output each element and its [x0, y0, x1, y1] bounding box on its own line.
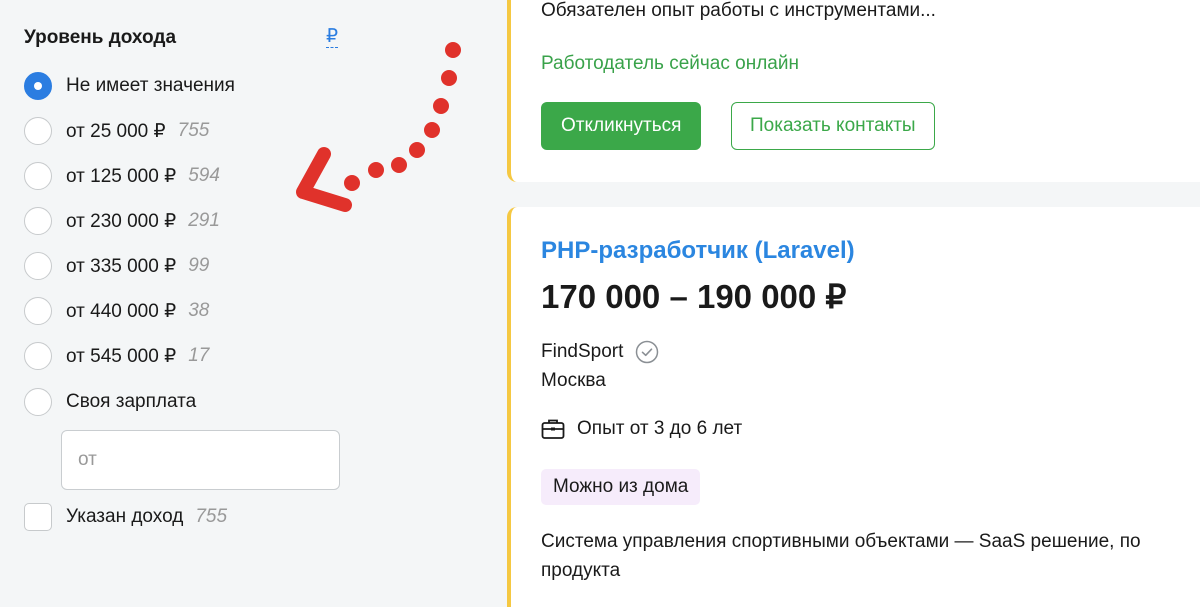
vacancy-salary: 170 000 – 190 000 ₽: [541, 278, 847, 315]
radio-button-checked[interactable]: [24, 72, 52, 100]
radio-button[interactable]: [24, 342, 52, 370]
option-label: Не имеет значения: [66, 75, 235, 96]
vacancy-snippet: Обязателен опыт работы с инструментами..…: [541, 0, 936, 21]
briefcase-icon: [541, 419, 565, 439]
experience-row: Опыт от 3 до 6 лет: [541, 418, 742, 440]
income-option-545000[interactable]: от 545 000 ₽ 17: [24, 340, 209, 372]
description-line: продукта: [541, 560, 621, 581]
income-option-custom[interactable]: Своя зарплата: [24, 386, 196, 418]
description-line: Система управления спортивными объектами…: [541, 531, 1141, 552]
option-count: 291: [188, 210, 220, 231]
option-count: 99: [188, 255, 210, 276]
option-count: 594: [188, 165, 220, 186]
option-label: Своя зарплата: [66, 391, 197, 412]
salary-specified-checkbox[interactable]: [24, 503, 52, 531]
income-option-125000[interactable]: от 125 000 ₽ 594: [24, 160, 220, 192]
income-option-440000[interactable]: от 440 000 ₽ 38: [24, 295, 209, 327]
show-contacts-button[interactable]: Показать контакты: [731, 102, 935, 150]
radio-button[interactable]: [24, 117, 52, 145]
vacancy-city: Москва: [541, 370, 606, 391]
vacancy-description: Система управления спортивными объектами…: [541, 527, 1200, 587]
radio-button[interactable]: [24, 162, 52, 190]
salary-specified-checkbox-row[interactable]: Указан доход 755: [24, 501, 227, 533]
salary-filter-panel: Уровень дохода ₽ Не имеет значения от 25…: [0, 0, 480, 573]
radio-button[interactable]: [24, 297, 52, 325]
income-option-25000[interactable]: от 25 000 ₽ 755: [24, 115, 209, 147]
employer-online-status: Работодатель сейчас онлайн: [541, 53, 799, 74]
radio-button[interactable]: [24, 207, 52, 235]
option-label: от 230 000 ₽: [66, 210, 177, 232]
experience-text: Опыт от 3 до 6 лет: [577, 418, 743, 439]
radio-button[interactable]: [24, 388, 52, 416]
company-row: FindSport: [541, 340, 659, 364]
option-count: 38: [188, 300, 210, 321]
vacancy-card-previous: Обязателен опыт работы с инструментами..…: [507, 0, 1200, 182]
filter-title: Уровень дохода: [24, 27, 177, 48]
option-count: 755: [195, 506, 228, 527]
income-option-any[interactable]: Не имеет значения: [24, 70, 235, 102]
option-count: 17: [188, 345, 210, 366]
option-label: от 25 000 ₽: [66, 120, 166, 142]
option-label: Указан доход: [66, 506, 184, 527]
company-name-link[interactable]: FindSport: [541, 341, 623, 363]
check-circle-icon: [636, 340, 659, 364]
radio-button[interactable]: [24, 252, 52, 280]
vacancy-card: PHP-разработчик (Laravel) 170 000 – 190 …: [507, 207, 1200, 607]
custom-salary-input[interactable]: [61, 430, 340, 490]
option-label: от 440 000 ₽: [66, 300, 177, 322]
red-dotted-arrow-annotation: [296, 42, 461, 212]
respond-button[interactable]: Откликнуться: [541, 102, 702, 150]
income-option-230000[interactable]: от 230 000 ₽ 291: [24, 205, 220, 237]
option-label: от 335 000 ₽: [66, 255, 177, 277]
option-label: от 545 000 ₽: [66, 345, 177, 367]
option-label: от 125 000 ₽: [66, 165, 177, 187]
vacancy-title-link[interactable]: PHP-разработчик (Laravel): [541, 237, 855, 265]
remote-work-badge: Можно из дома: [541, 469, 701, 505]
option-count: 755: [177, 120, 210, 141]
income-option-335000[interactable]: от 335 000 ₽ 99: [24, 250, 209, 282]
